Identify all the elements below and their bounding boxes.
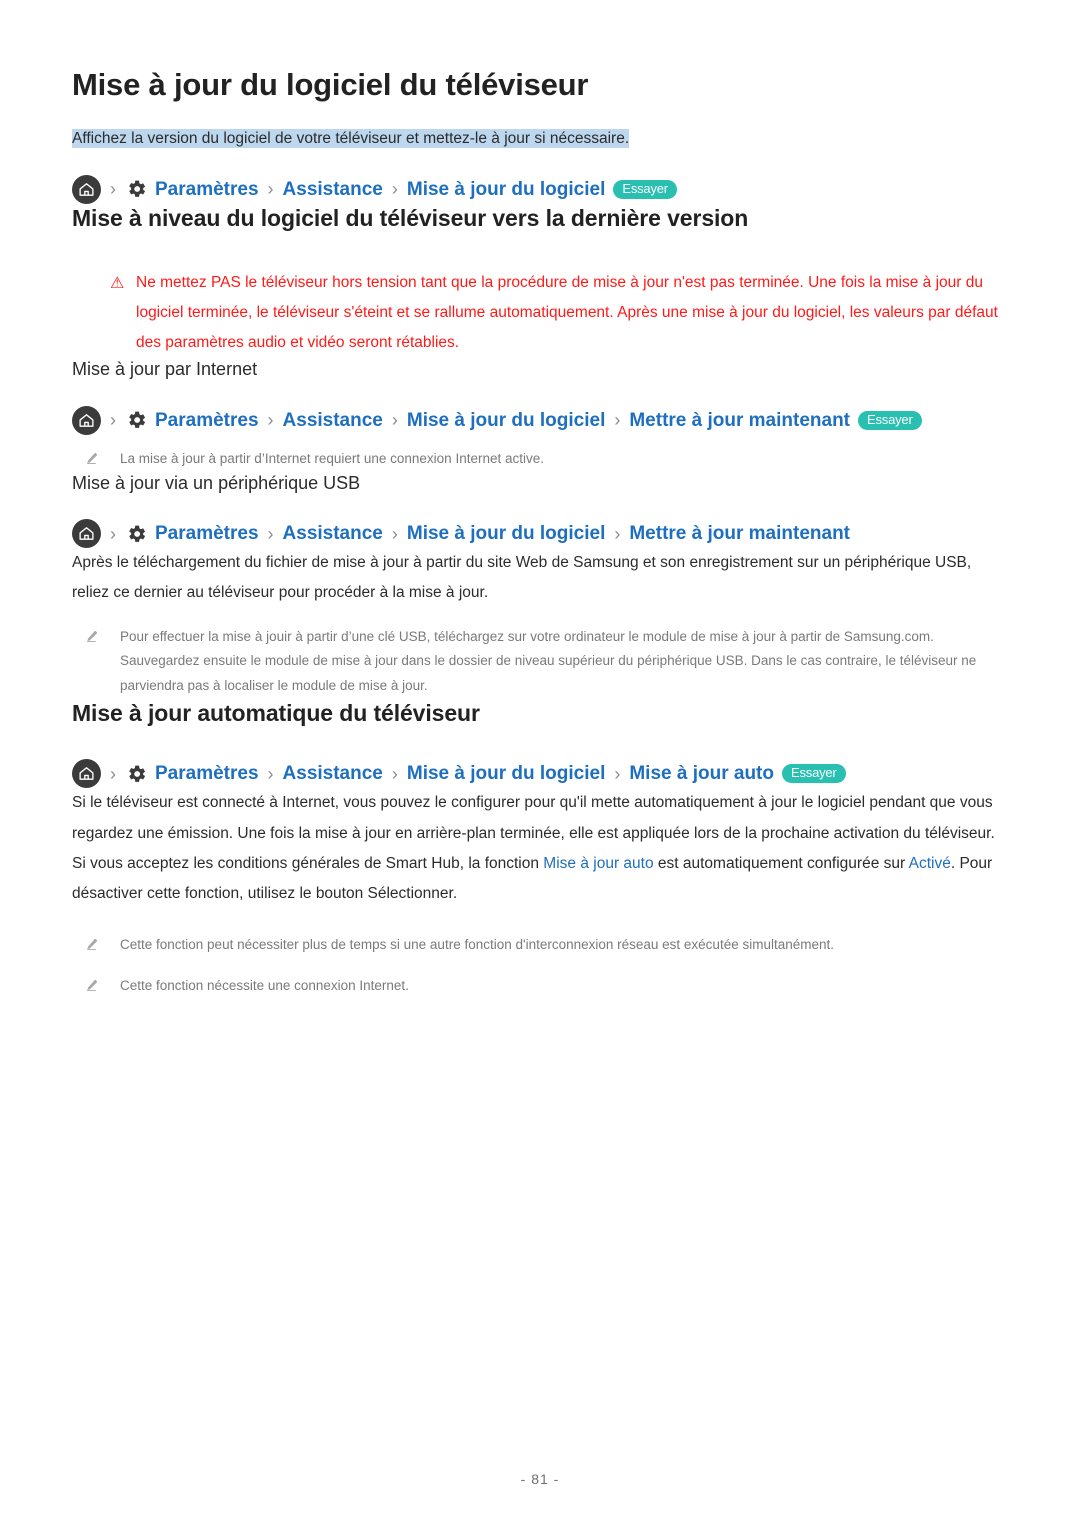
breadcrumb-separator: ›: [391, 523, 398, 544]
breadcrumb-item-parametres[interactable]: Paramètres: [155, 764, 259, 783]
breadcrumb-item-mise-a-jour-auto[interactable]: Mise à jour auto: [629, 764, 774, 783]
home-icon[interactable]: [72, 519, 101, 549]
breadcrumb-separator: ›: [267, 523, 274, 544]
note-usb-instructions: Pour effectuer la mise à jouir à partir …: [84, 625, 1008, 700]
document-page: Mise à jour du logiciel du téléviseur Af…: [0, 0, 1080, 1527]
breadcrumb-separator: ›: [391, 763, 398, 784]
breadcrumb-item-mise-a-jour-logiciel[interactable]: Mise à jour du logiciel: [407, 764, 605, 783]
breadcrumb-separator: ›: [110, 410, 116, 431]
warning-block: ⚠ Ne mettez PAS le téléviseur hors tensi…: [110, 268, 1000, 359]
breadcrumb-item-assistance[interactable]: Assistance: [283, 411, 383, 430]
intro-highlight-wrapper: Affichez la version du logiciel de votre…: [72, 127, 1008, 151]
breadcrumb-item-mise-a-jour-logiciel[interactable]: Mise à jour du logiciel: [407, 411, 605, 430]
breadcrumb-separator: ›: [614, 523, 621, 544]
breadcrumb-separator: ›: [391, 179, 398, 200]
pencil-icon: [84, 447, 120, 466]
breadcrumb-item-parametres[interactable]: Paramètres: [155, 180, 259, 199]
auto-body-2-part1: Si vous acceptez les conditions générale…: [72, 854, 544, 872]
breadcrumb-software-update[interactable]: › Paramètres › Assistance › Mise à jour …: [72, 174, 1008, 204]
intro-text: Affichez la version du logiciel de votre…: [72, 128, 630, 148]
breadcrumb-separator: ›: [110, 523, 116, 544]
note-text: La mise à jour à partir d’Internet requi…: [120, 450, 544, 466]
gear-icon[interactable]: [125, 408, 149, 432]
breadcrumb-separator: ›: [110, 179, 116, 200]
breadcrumb-separator: ›: [614, 410, 621, 431]
auto-body-text-1: Si le téléviseur est connecté à Internet…: [72, 794, 995, 842]
breadcrumb-item-assistance[interactable]: Assistance: [283, 180, 383, 199]
breadcrumb-separator: ›: [267, 410, 274, 431]
breadcrumb-item-mise-a-jour-logiciel[interactable]: Mise à jour du logiciel: [407, 524, 605, 543]
note-text: Cette fonction peut nécessiter plus de t…: [120, 937, 834, 953]
breadcrumb-separator: ›: [391, 410, 398, 431]
home-icon[interactable]: [72, 759, 101, 789]
link-active[interactable]: Activé: [909, 855, 951, 872]
auto-body-2-part2: est automatiquement configurée sur: [653, 854, 909, 872]
breadcrumb-item-assistance[interactable]: Assistance: [283, 524, 383, 543]
breadcrumb-item-assistance[interactable]: Assistance: [283, 764, 383, 783]
breadcrumb-separator: ›: [110, 763, 116, 784]
warning-text: Ne mettez PAS le téléviseur hors tension…: [136, 273, 998, 352]
breadcrumb-item-mise-a-jour-logiciel[interactable]: Mise à jour du logiciel: [407, 180, 605, 199]
note-text: Pour effectuer la mise à jouir à partir …: [120, 628, 977, 694]
section-title-auto-update: Mise à jour automatique du téléviseur: [72, 700, 480, 727]
breadcrumb-item-parametres[interactable]: Paramètres: [155, 524, 259, 543]
essayer-badge[interactable]: Essayer: [858, 410, 922, 430]
note-internet-connection: La mise à jour à partir d’Internet requi…: [84, 447, 1008, 472]
auto-body-text-2: Si vous acceptez les conditions générale…: [72, 849, 1008, 909]
breadcrumb-item-parametres[interactable]: Paramètres: [155, 411, 259, 430]
gear-icon[interactable]: [125, 522, 149, 546]
section-title-upgrade: Mise à niveau du logiciel du téléviseur …: [72, 204, 749, 231]
breadcrumb-separator: ›: [267, 763, 274, 784]
page-number: - 81 -: [520, 1471, 560, 1487]
note-text: Cette fonction nécessite une connexion I…: [120, 978, 409, 994]
breadcrumb-update-now-usb[interactable]: › Paramètres › Assistance › Mise à jour …: [72, 519, 1008, 549]
warning-triangle-icon: ⚠: [110, 274, 125, 292]
link-mise-a-jour-auto[interactable]: Mise à jour auto: [543, 855, 653, 872]
breadcrumb-update-now-internet[interactable]: › Paramètres › Assistance › Mise à jour …: [72, 405, 1008, 435]
home-icon[interactable]: [72, 405, 101, 435]
pencil-icon: [84, 933, 120, 952]
breadcrumb-auto-update[interactable]: › Paramètres › Assistance › Mise à jour …: [72, 759, 1008, 789]
note-auto-internet-required: Cette fonction nécessite une connexion I…: [84, 974, 1008, 999]
pencil-icon: [84, 625, 120, 644]
gear-icon[interactable]: [125, 762, 149, 786]
essayer-badge[interactable]: Essayer: [613, 179, 677, 199]
subsection-title-usb: Mise à jour via un périphérique USB: [72, 472, 361, 493]
page-title: Mise à jour du logiciel du téléviseur: [72, 67, 589, 102]
gear-icon[interactable]: [125, 177, 149, 201]
home-icon[interactable]: [72, 174, 101, 204]
usb-body-text: Après le téléchargement du fichier de mi…: [72, 554, 972, 602]
breadcrumb-item-mettre-a-jour-maintenant[interactable]: Mettre à jour maintenant: [629, 524, 850, 543]
note-auto-longer-time: Cette fonction peut nécessiter plus de t…: [84, 933, 1008, 958]
breadcrumb-item-mettre-a-jour-maintenant[interactable]: Mettre à jour maintenant: [629, 411, 850, 430]
breadcrumb-separator: ›: [267, 179, 274, 200]
breadcrumb-separator: ›: [614, 763, 621, 784]
pencil-icon: [84, 974, 120, 993]
essayer-badge[interactable]: Essayer: [782, 764, 846, 784]
subsection-title-internet: Mise à jour par Internet: [72, 359, 258, 380]
